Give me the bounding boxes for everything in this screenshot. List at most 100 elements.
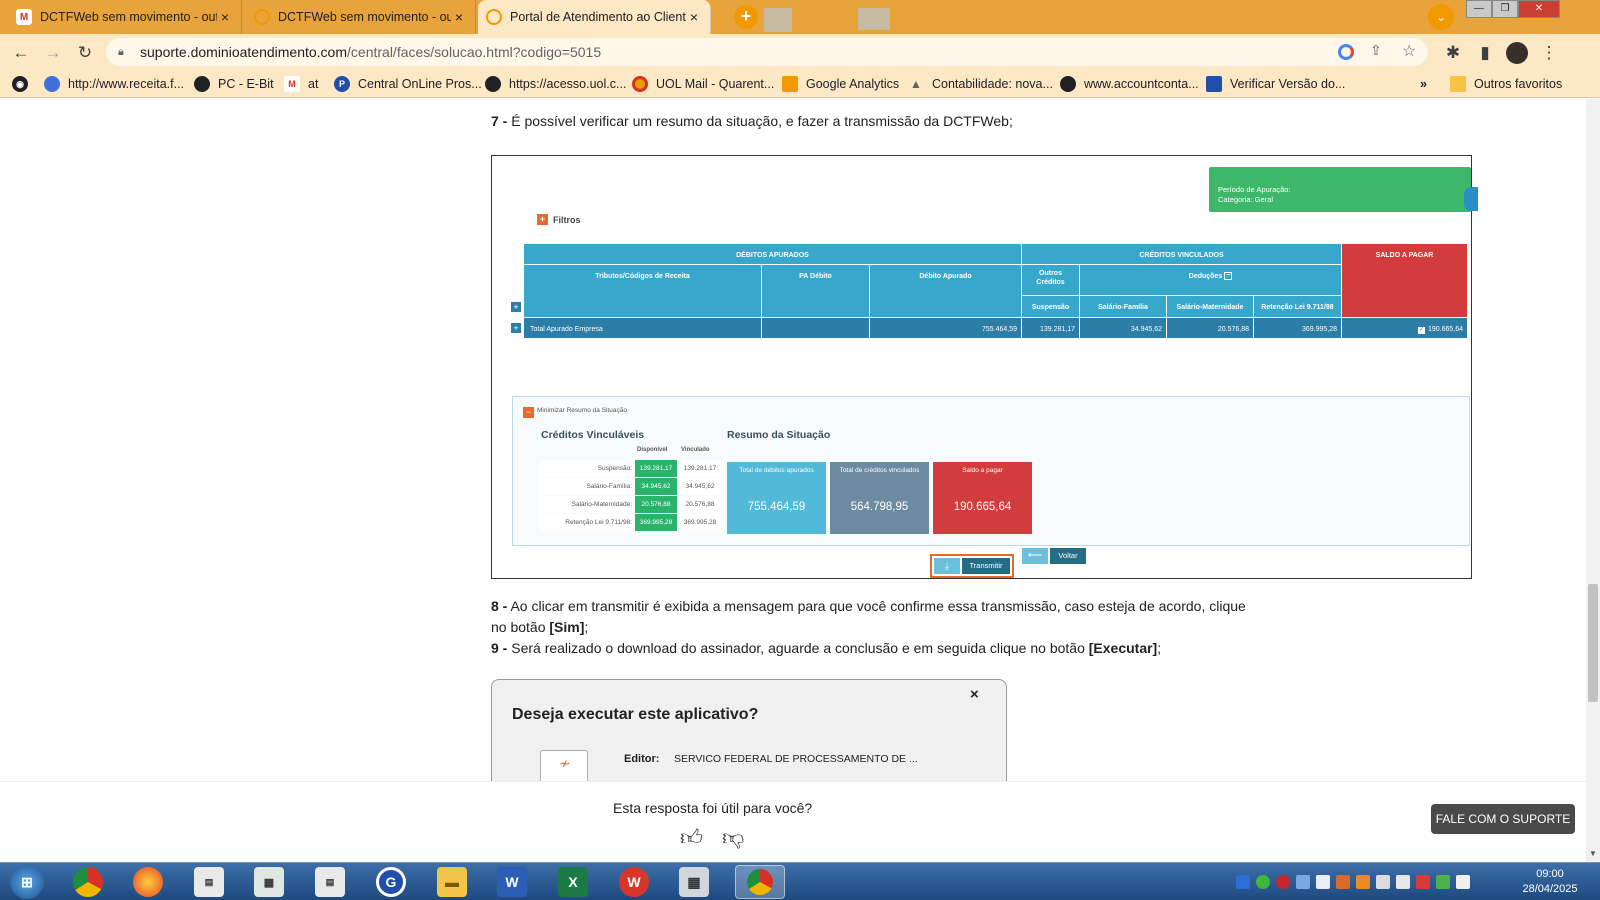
tab-dctfweb-2[interactable]: DCTFWeb sem movimento - out/ × (246, 0, 476, 34)
excel-icon[interactable]: X (558, 867, 588, 897)
start-button-icon[interactable]: ⊞ (10, 865, 44, 899)
bookmark-label: UOL Mail - Quarent... (656, 77, 775, 91)
more-bookmarks-chevron[interactable]: » (1420, 75, 1427, 93)
bookmark-central-online[interactable]: P Central OnLine Pros... (334, 75, 482, 93)
transmitir-highlight: ⤓ Transmitir (930, 554, 1014, 578)
display-icon[interactable] (1396, 875, 1410, 889)
col-suspensao: Suspensão (1022, 296, 1080, 318)
close-icon: × (970, 686, 979, 703)
document-app-icon[interactable]: ▤ (194, 867, 224, 897)
bookmark-label: https://acesso.uol.c... (509, 77, 627, 91)
spreadsheet-app-icon[interactable]: ▦ (254, 867, 284, 897)
extensions-puzzle-icon[interactable]: ✱ (1442, 42, 1464, 64)
tray-plus-icon[interactable] (1256, 875, 1270, 889)
google-lens-icon[interactable] (1338, 44, 1354, 60)
lock-icon: 🔒︎ (118, 45, 124, 58)
accessibility-tab-icon (1464, 187, 1478, 211)
folder-icon[interactable]: ▬ (437, 867, 467, 897)
tray-antivirus-icon[interactable] (1276, 875, 1290, 889)
tile-saldo-pagar: Saldo a pagar 190.665,64 (933, 462, 1032, 534)
bookmark-accountconta[interactable]: www.accountconta... (1060, 75, 1199, 93)
close-tab-icon[interactable]: × (217, 9, 233, 25)
tray-app-icon[interactable] (1436, 875, 1450, 889)
g-app-icon[interactable]: G (376, 867, 406, 897)
address-bar[interactable]: 🔒︎ suporte.dominioatendimento.com/centra… (106, 38, 1428, 66)
other-favorites-folder[interactable]: Outros favoritos (1450, 75, 1562, 93)
globe-icon[interactable]: ◉ (12, 75, 36, 93)
menu-kebab-icon[interactable]: ⋮ (1538, 42, 1560, 64)
close-window-button[interactable]: ✕ (1518, 0, 1560, 18)
taskbar-ghost-icon (858, 8, 890, 30)
scrollbar-thumb[interactable] (1588, 584, 1598, 702)
tab-dctfweb-1[interactable]: M DCTFWeb sem movimento - out/ × (8, 0, 242, 34)
tray-app-icon[interactable] (1336, 875, 1350, 889)
calculator-icon[interactable]: ▦ (679, 867, 709, 897)
chrome-active-taskbar-button[interactable] (735, 865, 785, 899)
plus-icon: + (537, 214, 548, 225)
bookmark-contabilidade[interactable]: ▲ Contabilidade: nova... (908, 75, 1053, 93)
firefox-icon[interactable] (133, 867, 163, 897)
bookmark-receita[interactable]: http://www.receita.f... (44, 75, 184, 93)
thumbs-up-icon[interactable]: 👍︎ (680, 824, 703, 851)
system-clock[interactable]: 09:00 28/04/2025 (1510, 867, 1590, 897)
step-8-text: 8 - Ao clicar em transmitir é exibida a … (491, 598, 1246, 635)
taskbar-ghost-icon (764, 8, 792, 32)
bookmark-acesso-uol[interactable]: https://acesso.uol.c... (485, 75, 626, 93)
close-tab-icon[interactable]: × (686, 9, 702, 25)
creditos-vinculaveis-title: Créditos Vinculáveis (541, 429, 645, 441)
minimize-window-button[interactable]: — (1466, 0, 1492, 18)
bluetooth-icon[interactable] (1236, 875, 1250, 889)
network-icon[interactable] (1376, 875, 1390, 889)
loading-icon (254, 9, 270, 25)
minimizar-resumo-link: Minimizar Resumo da Situação (537, 407, 627, 414)
tray-app-icon[interactable] (1356, 875, 1370, 889)
version-icon (1206, 76, 1222, 92)
action-center-flag-icon[interactable] (1456, 875, 1470, 889)
new-tab-button[interactable]: + (734, 5, 758, 29)
tab-title: Portal de Atendimento ao Cliente (510, 10, 686, 24)
tray-app-icon[interactable] (1416, 875, 1430, 889)
col-tributos: Tributos/Códigos de Receita (524, 265, 762, 318)
scroll-down-arrow-icon[interactable]: ▼ (1589, 849, 1597, 858)
bookmark-verificar-versao[interactable]: Verificar Versão do... (1206, 75, 1345, 93)
col-debito-apurado: Débito Apurado (870, 265, 1022, 318)
maximize-window-button[interactable]: ❐ (1492, 0, 1518, 18)
dialog-title: Deseja executar este aplicativo? (512, 706, 759, 723)
saldo-a-pagar-header: SALDO A PAGAR (1342, 244, 1468, 318)
tab-portal-atendimento[interactable]: Portal de Atendimento ao Cliente × (478, 0, 711, 34)
cred-row-disponivel: 20.576,88 (635, 496, 677, 513)
bookmark-star-icon[interactable]: ☆ (1402, 41, 1416, 61)
globe-icon (485, 76, 501, 92)
back-arrow-icon: ⟵ (1022, 548, 1048, 564)
tray-app-icon[interactable] (1296, 875, 1310, 889)
close-tab-icon[interactable]: × (451, 9, 467, 25)
bookmark-pc-ebit[interactable]: PC - E-Bit (194, 75, 274, 93)
reload-icon[interactable]: ↻ (74, 42, 96, 64)
avatar[interactable] (1506, 42, 1528, 64)
folder-icon (1450, 76, 1466, 92)
share-icon[interactable]: ⇪ (1370, 42, 1382, 59)
bookmark-label: at (308, 77, 319, 91)
total-row-suspensao: 139.281,17 (1022, 318, 1080, 338)
side-panel-icon[interactable]: ▮ (1474, 42, 1496, 64)
forward-arrow-icon[interactable]: → (42, 42, 64, 64)
bookmark-label: Verificar Versão do... (1230, 77, 1346, 91)
wps-office-icon[interactable]: W (619, 867, 649, 897)
word-icon[interactable]: W (497, 867, 527, 897)
fale-com-suporte-button[interactable]: FALE COM O SUPORTE (1431, 804, 1575, 834)
uol-icon (632, 76, 648, 92)
chrome-icon[interactable] (73, 867, 103, 897)
page-scrollbar[interactable]: ▼ (1586, 99, 1600, 862)
bookmark-google-analytics[interactable]: Google Analytics (782, 75, 899, 93)
thumbs-down-icon[interactable]: 👎︎ (722, 824, 744, 851)
cred-row-vinculado: 20.576,88 (679, 496, 721, 513)
document-app-icon[interactable]: ▤ (315, 867, 345, 897)
bookmark-uol-mail[interactable]: UOL Mail - Quarent... (632, 75, 774, 93)
tab-search-chevron-icon[interactable]: ⌄ (1428, 4, 1454, 30)
bookmark-at[interactable]: Mat (284, 75, 318, 93)
back-arrow-icon[interactable]: ← (10, 42, 32, 64)
col-salario-maternidade: Salário-Maternidade (1167, 296, 1254, 318)
windows-taskbar: ⊞ ▤ ▦ ▤ G ▬ W X W ▦ 09:00 28/04/2025 (0, 862, 1600, 900)
col-vinculado: Vinculado (681, 447, 710, 453)
tray-app-icon[interactable] (1316, 875, 1330, 889)
